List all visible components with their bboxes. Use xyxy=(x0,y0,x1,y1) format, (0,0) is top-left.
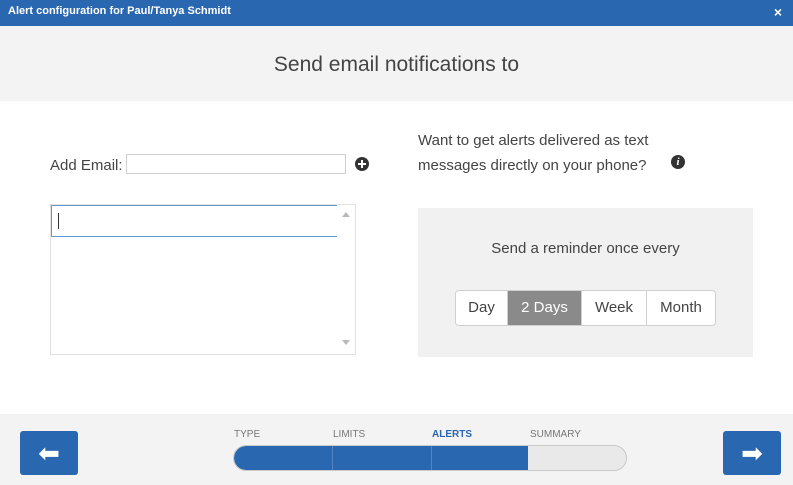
close-icon[interactable]: × xyxy=(769,3,787,21)
email-list-entry[interactable] xyxy=(51,205,338,237)
reminder-option-month[interactable]: Month xyxy=(647,291,715,325)
step-alerts: ALERTS xyxy=(432,429,472,440)
email-list[interactable] xyxy=(50,204,356,355)
progress-divider xyxy=(431,446,432,470)
next-button[interactable]: ➡ xyxy=(723,431,781,475)
reminder-frequency-selector: Day 2 Days Week Month xyxy=(455,290,716,326)
plus-circle-icon[interactable] xyxy=(355,157,369,171)
reminder-option-day[interactable]: Day xyxy=(456,291,508,325)
wizard-progress-bar xyxy=(233,445,627,471)
page-title: Send email notifications to xyxy=(273,53,520,76)
wizard-steps: TYPE LIMITS ALERTS SUMMARY xyxy=(0,429,793,443)
wizard-footer: ⬅ TYPE LIMITS ALERTS SUMMARY ➡ xyxy=(0,414,793,485)
title-bar: Alert configuration for Paul/Tanya Schmi… xyxy=(0,0,793,26)
reminder-option-week[interactable]: Week xyxy=(582,291,647,325)
text-caret xyxy=(58,213,59,229)
sms-prompt: Want to get alerts delivered as text mes… xyxy=(418,132,649,174)
step-summary: SUMMARY xyxy=(530,429,581,440)
step-type: TYPE xyxy=(234,429,261,440)
wizard-progress-fill xyxy=(234,446,528,470)
add-email-label: Add Email: xyxy=(50,157,123,174)
add-email-input[interactable] xyxy=(126,154,346,174)
reminder-label: Send a reminder once every xyxy=(491,240,680,257)
step-limits: LIMITS xyxy=(333,429,366,440)
info-icon[interactable]: i xyxy=(671,155,685,169)
scroll-down-arrow-icon[interactable] xyxy=(342,340,350,345)
header-banner: Send email notifications to xyxy=(0,26,793,101)
email-list-scrollbar[interactable] xyxy=(337,205,355,354)
scroll-up-arrow-icon[interactable] xyxy=(342,212,350,217)
window-title: Alert configuration for Paul/Tanya Schmi… xyxy=(8,5,231,17)
reminder-panel: Send a reminder once every Day 2 Days We… xyxy=(418,208,753,357)
reminder-option-2-days[interactable]: 2 Days xyxy=(508,291,582,325)
progress-divider xyxy=(332,446,333,470)
arrow-right-icon: ➡ xyxy=(741,438,763,468)
